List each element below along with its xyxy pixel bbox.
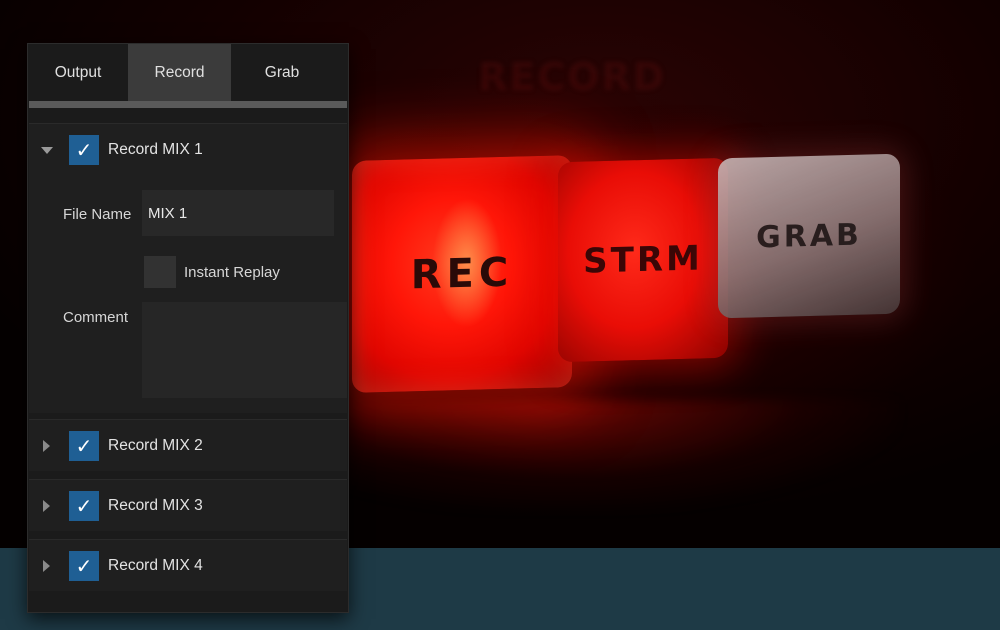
record-mix-4-title: Record MIX 4 bbox=[108, 557, 203, 574]
tab-bar: Output Record Grab bbox=[28, 44, 348, 101]
record-mix-4-section: ✓ Record MIX 4 bbox=[29, 539, 347, 591]
checkmark-icon: ✓ bbox=[75, 138, 93, 162]
tab-output[interactable]: Output bbox=[28, 44, 128, 101]
tab-record[interactable]: Record bbox=[128, 44, 231, 101]
chevron-right-icon[interactable] bbox=[43, 500, 50, 512]
record-mix-2-title: Record MIX 2 bbox=[108, 437, 203, 454]
record-mix-1-header[interactable]: ✓ Record MIX 1 bbox=[29, 124, 347, 176]
tab-grab[interactable]: Grab bbox=[231, 44, 333, 101]
record-mix-3-checkbox[interactable]: ✓ bbox=[69, 491, 99, 521]
record-mix-3-section: ✓ Record MIX 3 bbox=[29, 479, 347, 531]
comment-field[interactable] bbox=[142, 302, 347, 398]
strm-key-label: STRM bbox=[583, 238, 703, 282]
comment-label: Comment bbox=[63, 309, 129, 326]
chevron-down-icon[interactable] bbox=[41, 146, 53, 154]
record-mix-3-title: Record MIX 3 bbox=[108, 497, 203, 514]
checkmark-icon: ✓ bbox=[75, 434, 93, 458]
record-mix-2-section: ✓ Record MIX 2 bbox=[29, 419, 347, 471]
record-mix-1-section: ✓ Record MIX 1 File Name MIX 1 Instant R… bbox=[29, 123, 347, 413]
chevron-right-icon[interactable] bbox=[43, 560, 50, 572]
grab-key-label: GRAB bbox=[756, 217, 862, 255]
chevron-right-icon[interactable] bbox=[43, 440, 50, 452]
key-reflection bbox=[340, 400, 900, 510]
record-settings-panel: Output Record Grab ✓ Record MIX 1 File N… bbox=[27, 43, 349, 613]
record-mix-4-header[interactable]: ✓ Record MIX 4 bbox=[29, 540, 347, 592]
record-mix-2-header[interactable]: ✓ Record MIX 2 bbox=[29, 420, 347, 472]
strm-key: STRM bbox=[558, 157, 728, 363]
checkmark-icon: ✓ bbox=[75, 554, 93, 578]
file-name-label: File Name bbox=[63, 206, 132, 223]
record-mix-2-checkbox[interactable]: ✓ bbox=[69, 431, 99, 461]
instant-replay-label: Instant Replay bbox=[184, 264, 280, 281]
background-watermark: RECORD bbox=[478, 55, 667, 99]
file-name-value: MIX 1 bbox=[148, 204, 188, 222]
rec-key: REC bbox=[352, 155, 572, 393]
record-mix-1-checkbox[interactable]: ✓ bbox=[69, 135, 99, 165]
instant-replay-checkbox[interactable] bbox=[144, 256, 176, 288]
file-name-field[interactable]: MIX 1 bbox=[142, 190, 334, 236]
tab-divider bbox=[29, 101, 347, 108]
rec-key-label: REC bbox=[410, 249, 514, 299]
record-mix-3-header[interactable]: ✓ Record MIX 3 bbox=[29, 480, 347, 532]
record-mix-1-title: Record MIX 1 bbox=[108, 141, 203, 158]
grab-key: GRAB bbox=[718, 153, 900, 319]
checkmark-icon: ✓ bbox=[75, 494, 93, 518]
record-mix-4-checkbox[interactable]: ✓ bbox=[69, 551, 99, 581]
